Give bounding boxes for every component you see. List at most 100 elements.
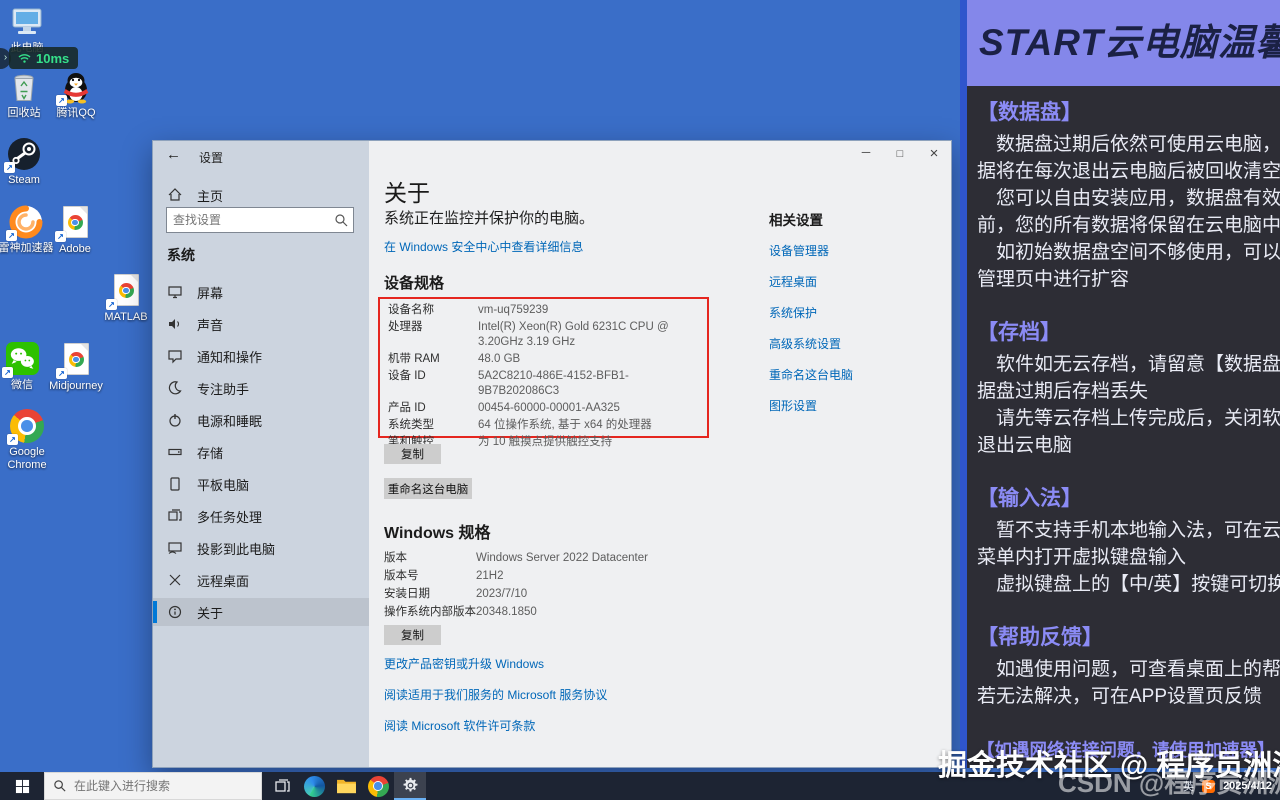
sidebar-item-multitasking[interactable]: 多任务处理 (153, 502, 369, 530)
taskbar-search-input[interactable] (74, 779, 253, 793)
panel-body: 【数据盘】 数据盘过期后依然可使用云电脑，但数据将在每次退出云电脑后被回收清空 … (967, 96, 1280, 762)
taskbar-settings-button[interactable] (394, 772, 426, 800)
panel-text-line: 据将在每次退出云电脑后被回收清空 (977, 161, 1280, 182)
spec-value: 00454-60000-00001-AA325 (478, 402, 620, 414)
settings-link[interactable]: 阅读 Microsoft 软件许可条款 (384, 717, 607, 734)
spec-row: 处理器 Intel(R) Xeon(R) Gold 6231C CPU @ 3.… (380, 319, 707, 351)
settings-link[interactable]: 阅读适用于我们服务的 Microsoft 服务协议 (384, 686, 607, 703)
rename-pc-button[interactable]: 重命名这台电脑 (384, 478, 472, 499)
spec-row: 机带 RAM 48.0 GB (380, 351, 707, 368)
taskbar-date[interactable]: 2025/4/12 (1223, 780, 1272, 792)
copy-device-spec-button[interactable]: 复制 (384, 444, 441, 464)
spec-value: vm-uq759239 (478, 304, 549, 316)
minimize-button[interactable]: ─ (849, 141, 883, 169)
panel-footer-note: 【如遇网络连接问题，请使用加速器】 (977, 740, 1275, 760)
home-icon (168, 188, 182, 201)
panel-text-line: 如遇使用问题，可查看桌面上的帮助文 (996, 659, 1280, 680)
project-icon (168, 542, 182, 554)
sidebar-item-projecting[interactable]: 投影到此电脑 (153, 534, 369, 562)
taskbar-search-box[interactable] (44, 772, 262, 800)
sidebar-item-notifications[interactable]: 通知和操作 (153, 342, 369, 370)
desktop-icon-matlab[interactable]: ↗ MATLAB (94, 273, 158, 324)
taskbar-file-explorer-button[interactable] (330, 772, 362, 800)
spec-value: 5A2C8210-486E-4152-BFB1-9B7B202086C3 (478, 370, 629, 397)
sidebar-item-home[interactable]: 主页 (153, 181, 369, 209)
desktop-icon-adobe[interactable]: ↗ Adobe (43, 205, 107, 256)
related-settings-link[interactable]: 图形设置 (769, 397, 939, 414)
panel-edge-strip (960, 0, 967, 768)
edge-icon (303, 775, 325, 797)
spec-value: Intel(R) Xeon(R) Gold 6231C CPU @ 3.20GH… (478, 321, 669, 348)
sidebar-item-tablet[interactable]: 平板电脑 (153, 470, 369, 498)
sidebar-item-power-sleep[interactable]: 电源和睡眠 (153, 406, 369, 434)
sidebar-item-label: 主页 (197, 188, 224, 204)
start-button[interactable] (0, 772, 44, 800)
sidebar-item-display[interactable]: 屏幕 (153, 278, 369, 306)
spec-row: 设备名称 vm-uq759239 (380, 302, 707, 319)
back-arrow-icon[interactable]: ← (166, 146, 181, 163)
sidebar-item-storage[interactable]: 存储 (153, 438, 369, 466)
task-view-icon (274, 778, 290, 792)
window-title: 设置 (199, 151, 224, 165)
settings-search-input[interactable] (167, 213, 334, 227)
desktop-icon-steam[interactable]: ↗ Steam (0, 137, 56, 187)
security-center-link[interactable]: 在 Windows 安全中心中查看详细信息 (384, 238, 583, 255)
close-button[interactable]: × (917, 141, 951, 169)
panel-text-line: 软件如无云存档，请留意【数据盘】数 (996, 354, 1280, 375)
related-settings-link[interactable]: 高级系统设置 (769, 335, 939, 352)
settings-search-box[interactable] (166, 207, 354, 233)
file-explorer-icon (336, 779, 356, 793)
desktop-icon-tencent-qq[interactable]: ↗ 腾讯QQ (44, 70, 108, 120)
panel-section-saves: 【存档】 软件如无云存档，请留意【数据盘】数据盘过期后存档丢失 请先等云存档上传… (977, 316, 1280, 459)
related-settings-link[interactable]: 远程桌面 (769, 273, 939, 290)
panel-text-line: 据盘过期后存档丢失 (977, 381, 1149, 402)
search-icon (54, 780, 66, 792)
desktop-icon-label: Google Chrome (7, 446, 47, 471)
maximize-button[interactable]: □ (883, 141, 917, 169)
related-settings-link[interactable]: 重命名这台电脑 (769, 366, 939, 383)
wifi-icon (18, 54, 31, 63)
related-settings-link[interactable]: 系统保护 (769, 304, 939, 321)
taskbar-chrome-button[interactable] (362, 772, 394, 800)
sidebar-item-label: 投影到此电脑 (197, 541, 276, 557)
copy-windows-spec-button[interactable]: 复制 (384, 625, 441, 645)
taskbar-edge-button[interactable] (298, 772, 330, 800)
bottom-links: 更改产品密钥或升级 Windows 阅读适用于我们服务的 Microsoft 服务… (384, 655, 607, 748)
desktop-icon-label: Midjourney (49, 380, 103, 392)
spec-value: 2023/7/10 (476, 588, 528, 600)
this-pc-icon (10, 5, 44, 39)
settings-sidebar: 主页 系统 屏幕 声音 通知和操作 专注助手 电源和睡眠 存储 (153, 141, 369, 767)
spec-row: 操作系统内部版本 20348.1850 (384, 603, 714, 621)
sidebar-item-focus-assist[interactable]: 专注助手 (153, 374, 369, 402)
panel-title: START云电脑温馨提示 (979, 22, 1280, 63)
spec-row: 产品 ID 00454-60000-00001-AA325 (380, 400, 707, 417)
sidebar-item-about[interactable]: 关于 (153, 598, 369, 626)
task-view-button[interactable] (266, 772, 298, 800)
notification-icon (168, 350, 182, 364)
panel-text-line: 虚拟键盘上的【中/英】按键可切换语言 (996, 574, 1280, 595)
settings-window: 主页 系统 屏幕 声音 通知和操作 专注助手 电源和睡眠 存储 (152, 140, 952, 768)
desktop-icon-google-chrome[interactable]: ↗ Google Chrome (0, 409, 59, 472)
leigod-accelerator-icon: ↗ (6, 205, 43, 241)
spec-value: 20348.1850 (476, 606, 537, 618)
sidebar-item-label: 专注助手 (197, 381, 250, 397)
moon-icon (168, 381, 182, 395)
spec-label: 产品 ID (388, 402, 426, 414)
sogou-input-icon[interactable]: S (1202, 779, 1216, 793)
panel-header: START云电脑温馨提示 (967, 0, 1280, 86)
page-title: 关于 (384, 180, 430, 206)
recycle-bin-icon (7, 70, 41, 104)
wechat-icon: ↗ (2, 342, 39, 378)
settings-link[interactable]: 更改产品密钥或升级 Windows (384, 655, 607, 672)
shortcut-arrow-badge: ↗ (2, 367, 13, 378)
desktop-icon-midjourney[interactable]: ↗ Midjourney (44, 342, 108, 393)
sidebar-item-label: 存储 (197, 445, 224, 461)
input-language-indicator[interactable]: 英 (1183, 778, 1194, 794)
sidebar-item-label: 远程桌面 (197, 573, 250, 589)
sidebar-item-remote-desktop[interactable]: 远程桌面 (153, 566, 369, 594)
related-settings-link[interactable]: 设备管理器 (769, 242, 939, 259)
sidebar-item-sound[interactable]: 声音 (153, 310, 369, 338)
spec-label: 设备 ID (388, 370, 426, 382)
related-settings: 相关设置 设备管理器 远程桌面 系统保护 高级系统设置 重命名这台电脑 图形设置 (769, 209, 939, 428)
panel-section-heading: 【帮助反馈】 (977, 626, 1103, 649)
